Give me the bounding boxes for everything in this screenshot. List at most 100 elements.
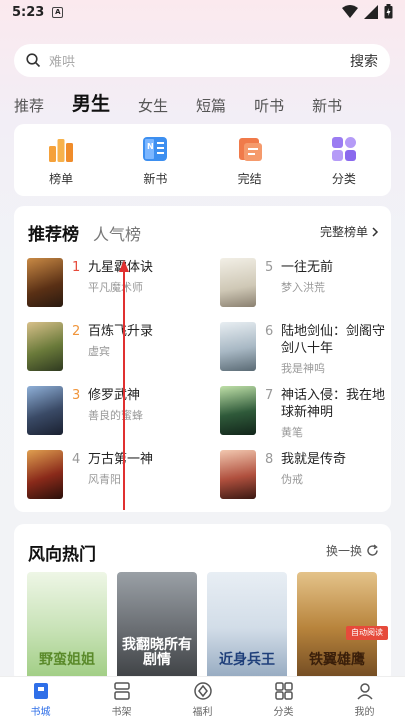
book-cover bbox=[27, 450, 63, 499]
rank-item[interactable]: 2 百炼飞升录 虚宾 bbox=[27, 322, 202, 372]
quick-entry-completed[interactable]: 完结 bbox=[220, 134, 280, 187]
book-cover bbox=[27, 322, 63, 371]
tab-recommend[interactable]: 推荐 bbox=[14, 95, 44, 116]
book-author: 我是神呜 bbox=[281, 362, 325, 375]
profile-icon bbox=[356, 682, 373, 700]
tab-short[interactable]: 短篇 bbox=[196, 95, 226, 116]
quick-entry-new-books[interactable]: N 新书 bbox=[125, 134, 185, 187]
book-author: 黄笔 bbox=[281, 426, 303, 439]
auto-read-badge[interactable]: 自动阅读 bbox=[346, 626, 388, 640]
trending-book-cover[interactable]: 近身兵王 bbox=[207, 572, 287, 684]
book-title: 百炼飞升录 bbox=[88, 324, 154, 339]
rank-item[interactable]: 7 神话入侵：我在地球新神明 黄笔 bbox=[220, 386, 395, 439]
chevron-right-icon bbox=[372, 226, 379, 237]
book-title: 陆地剑仙：剑阁守剑八十年 bbox=[281, 324, 386, 356]
tab-audio[interactable]: 听书 bbox=[254, 95, 284, 116]
quick-entry-category[interactable]: 分类 bbox=[314, 134, 374, 187]
rank-item[interactable]: 6 陆地剑仙：剑阁守剑八十年 我是神呜 bbox=[220, 322, 395, 375]
quick-entry-label: 完结 bbox=[237, 171, 262, 186]
refresh-icon bbox=[367, 544, 378, 556]
full-ranking-link[interactable]: 完整榜单 bbox=[320, 223, 379, 240]
book-title: 我就是传奇 bbox=[281, 452, 347, 467]
tab-female[interactable]: 女生 bbox=[138, 95, 168, 116]
nav-bookshelf[interactable]: 书架 bbox=[92, 681, 152, 718]
rank-item[interactable]: 3 修罗武神 善良的蜜蜂 bbox=[27, 386, 202, 436]
rewards-icon bbox=[193, 681, 212, 700]
full-ranking-label: 完整榜单 bbox=[319, 225, 368, 239]
bookshelf-icon bbox=[113, 681, 130, 700]
book-author: 梦入洪荒 bbox=[281, 281, 325, 294]
ranking-card: 推荐榜 人气榜 完整榜单 1 九星霸体诀 平凡魔术师 2 百炼飞升录 虚宾 3 … bbox=[14, 206, 391, 512]
ranking-tabs: 推荐榜 人气榜 bbox=[28, 220, 141, 245]
rank-number: 8 bbox=[265, 452, 274, 467]
completed-icon bbox=[238, 137, 262, 161]
rank-item[interactable]: 1 九星霸体诀 平凡魔术师 bbox=[27, 258, 202, 308]
tab-popular-rank[interactable]: 人气榜 bbox=[93, 221, 141, 245]
category-tabs: 推荐 男生 女生 短篇 听书 新书 bbox=[14, 88, 370, 116]
book-title: 一往无前 bbox=[281, 260, 334, 275]
search-input[interactable]: 难哄 bbox=[49, 51, 350, 70]
book-cover bbox=[220, 258, 256, 307]
rank-item[interactable]: 8 我就是传奇 伪戒 bbox=[220, 450, 395, 500]
nav-label: 分类 bbox=[273, 706, 294, 718]
search-bar[interactable]: 难哄 搜索 bbox=[14, 44, 390, 77]
svg-text:N: N bbox=[147, 142, 154, 151]
tab-recommend-rank[interactable]: 推荐榜 bbox=[28, 220, 79, 245]
book-author: 风青阳 bbox=[88, 473, 121, 486]
refresh-label: 换一换 bbox=[325, 544, 362, 558]
ranking-icon bbox=[49, 138, 74, 162]
book-cover bbox=[220, 450, 256, 499]
book-author: 平凡魔术师 bbox=[88, 281, 143, 294]
battery-icon bbox=[384, 4, 393, 19]
notification-icon: A bbox=[52, 6, 64, 18]
book-author: 善良的蜜蜂 bbox=[88, 409, 143, 422]
quick-entry-label: 分类 bbox=[331, 171, 356, 186]
rank-item[interactable]: 4 万古第一神 风青阳 bbox=[27, 450, 202, 500]
trending-book-cover[interactable]: 我翻晓所有剧情 bbox=[117, 572, 197, 684]
nav-rewards[interactable]: 福利 bbox=[173, 681, 233, 718]
quick-entry-label: 新书 bbox=[143, 171, 168, 186]
rank-item[interactable]: 5 一往无前 梦入洪荒 bbox=[220, 258, 395, 308]
search-button[interactable]: 搜索 bbox=[350, 51, 378, 71]
cover-title: 我翻晓所有剧情 bbox=[122, 637, 192, 668]
rank-number: 1 bbox=[72, 260, 81, 275]
book-cover bbox=[27, 386, 63, 435]
rank-number: 4 bbox=[72, 452, 81, 467]
trending-book-cover[interactable]: 野蛮姐姐 bbox=[27, 572, 107, 684]
book-cover bbox=[220, 386, 256, 435]
rank-number: 3 bbox=[72, 388, 81, 403]
nav-label: 书城 bbox=[30, 706, 51, 718]
rank-number: 7 bbox=[265, 388, 274, 403]
quick-entry-ranking[interactable]: 榜单 bbox=[31, 134, 91, 187]
bookstore-icon bbox=[33, 682, 48, 699]
tab-male[interactable]: 男生 bbox=[72, 89, 110, 116]
book-title: 万古第一神 bbox=[88, 452, 154, 467]
trending-title: 风向热门 bbox=[28, 545, 96, 565]
nav-label: 我的 bbox=[354, 706, 375, 718]
nav-bookstore[interactable]: 书城 bbox=[11, 681, 71, 718]
rank-number: 2 bbox=[72, 324, 81, 339]
cover-title: 近身兵王 bbox=[219, 652, 275, 668]
signal-icon bbox=[364, 4, 378, 19]
status-time: 5:23 bbox=[12, 4, 45, 20]
grid-icon bbox=[274, 681, 293, 700]
wifi-icon bbox=[342, 4, 358, 18]
status-bar: 5:23 A bbox=[0, 0, 405, 24]
cover-title: 野蛮姐姐 bbox=[39, 652, 95, 668]
cover-title: 铁翼雄鹰 bbox=[309, 652, 365, 668]
quick-entry-card: 榜单 N 新书 完结 分类 bbox=[14, 124, 391, 196]
refresh-button[interactable]: 换一换 bbox=[326, 542, 379, 559]
book-cover bbox=[220, 322, 256, 371]
search-icon bbox=[26, 53, 41, 68]
nav-label: 书架 bbox=[111, 706, 132, 718]
book-title: 九星霸体诀 bbox=[88, 260, 154, 275]
nav-profile[interactable]: 我的 bbox=[335, 681, 395, 718]
nav-category[interactable]: 分类 bbox=[254, 681, 314, 718]
book-title: 修罗武神 bbox=[88, 388, 141, 403]
trending-card: 风向热门 换一换 野蛮姐姐 我翻晓所有剧情 近身兵王 铁翼雄鹰 自动阅读 bbox=[14, 524, 391, 684]
book-author: 伪戒 bbox=[281, 473, 303, 486]
book-author: 虚宾 bbox=[88, 345, 110, 358]
tab-new-books[interactable]: 新书 bbox=[312, 95, 342, 116]
rank-number: 6 bbox=[265, 324, 274, 339]
nav-label: 福利 bbox=[192, 706, 213, 718]
